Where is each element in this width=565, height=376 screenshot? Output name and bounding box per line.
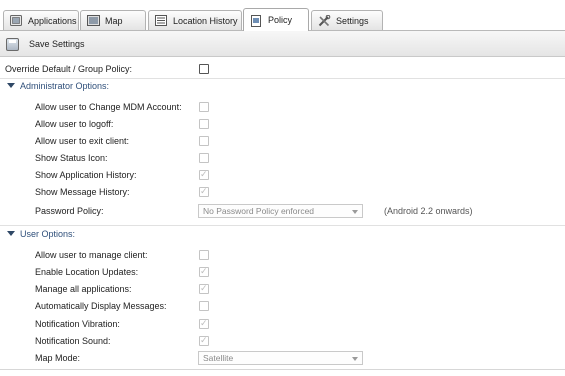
user-option-row: Allow user to manage client: (0, 247, 565, 263)
admin-option-checkbox[interactable] (199, 153, 209, 163)
map-icon (87, 15, 100, 26)
override-policy-row: Override Default / Group Policy: (0, 61, 565, 77)
password-policy-select[interactable]: No Password Policy enforced (198, 204, 363, 218)
user-option-row: Automatically Display Messages: (0, 298, 565, 314)
admin-option-label: Allow user to logoff: (35, 119, 114, 129)
user-option-row: Notification Sound: ✓ (0, 333, 565, 349)
password-policy-note: (Android 2.2 onwards) (384, 206, 473, 216)
admin-option-row: Show Status Icon: (0, 150, 565, 166)
user-option-checkbox[interactable] (199, 250, 209, 260)
user-options-title: User Options: (20, 229, 76, 239)
password-policy-label: Password Policy: (35, 206, 104, 216)
admin-option-checkbox[interactable] (199, 102, 209, 112)
user-options-header[interactable]: User Options: (0, 227, 565, 241)
admin-options-title: Administrator Options: (20, 81, 110, 91)
user-option-label: Manage all applications: (35, 284, 132, 294)
admin-option-checkbox[interactable] (199, 119, 209, 129)
applications-icon (10, 15, 22, 26)
tab-label: Settings (336, 15, 369, 26)
save-settings-label: Save Settings (29, 39, 85, 49)
toolbar: Save Settings (0, 31, 565, 57)
user-option-label: Automatically Display Messages: (35, 301, 167, 311)
user-option-checkbox[interactable]: ✓ (199, 318, 209, 329)
admin-option-checkbox[interactable]: ✓ (199, 169, 209, 180)
tab-policy[interactable]: Policy (243, 8, 309, 31)
dropdown-arrow-icon (352, 210, 358, 214)
user-option-checkbox[interactable]: ✓ (199, 335, 209, 346)
user-option-row: Enable Location Updates: ✓ (0, 264, 565, 280)
admin-option-label: Show Status Icon: (35, 153, 108, 163)
divider (0, 369, 565, 370)
map-mode-label: Map Mode: (35, 353, 81, 363)
divider (0, 225, 565, 226)
save-settings-button[interactable]: Save Settings (6, 36, 85, 52)
checkmark-icon: ✓ (200, 335, 208, 345)
user-option-row: Manage all applications: ✓ (0, 281, 565, 297)
password-policy-value: No Password Policy enforced (203, 206, 315, 216)
dropdown-arrow-icon (352, 357, 358, 361)
user-option-row: Notification Vibration: ✓ (0, 316, 565, 332)
password-policy-row: Password Policy: No Password Policy enfo… (0, 203, 565, 219)
override-policy-checkbox[interactable] (199, 64, 209, 74)
checkmark-icon: ✓ (200, 169, 208, 179)
user-option-label: Notification Sound: (35, 336, 111, 346)
checkmark-icon: ✓ (200, 318, 208, 328)
admin-option-row: Show Message History: ✓ (0, 184, 565, 200)
tab-applications[interactable]: Applications (3, 10, 79, 30)
user-option-label: Enable Location Updates: (35, 267, 139, 277)
tab-settings[interactable]: Settings (311, 10, 383, 30)
user-option-checkbox[interactable] (199, 301, 209, 311)
admin-option-checkbox[interactable]: ✓ (199, 186, 209, 197)
map-mode-select[interactable]: Satellite (198, 351, 363, 365)
tab-bar: Applications Map Location History Policy… (0, 0, 565, 31)
tab-map[interactable]: Map (80, 10, 146, 30)
admin-option-row: Allow user to Change MDM Account: (0, 99, 565, 115)
tab-label: Map (105, 15, 123, 26)
checkmark-icon: ✓ (200, 266, 208, 276)
override-policy-label: Override Default / Group Policy: (5, 64, 133, 74)
admin-option-row: Allow user to exit client: (0, 133, 565, 149)
tab-label: Policy (268, 15, 293, 25)
settings-tools-icon (318, 14, 331, 27)
map-mode-value: Satellite (203, 353, 234, 363)
policy-icon (250, 14, 262, 27)
checkmark-icon: ✓ (200, 283, 208, 293)
checkmark-icon: ✓ (200, 186, 208, 196)
user-option-label: Allow user to manage client: (35, 250, 148, 260)
admin-option-row: Show Application History: ✓ (0, 167, 565, 183)
admin-option-label: Show Application History: (35, 170, 137, 180)
user-option-label: Notification Vibration: (35, 319, 120, 329)
admin-option-checkbox[interactable] (199, 136, 209, 146)
admin-option-label: Allow user to exit client: (35, 136, 130, 146)
user-option-checkbox[interactable]: ✓ (199, 266, 209, 277)
admin-option-label: Show Message History: (35, 187, 130, 197)
save-icon (6, 37, 19, 51)
admin-option-row: Allow user to logoff: (0, 116, 565, 132)
admin-option-label: Allow user to Change MDM Account: (35, 102, 182, 112)
collapse-triangle-icon (7, 231, 15, 236)
location-history-icon (155, 15, 167, 26)
tab-location-history[interactable]: Location History (148, 10, 242, 30)
tab-label: Applications (28, 15, 77, 26)
map-mode-row: Map Mode: Satellite (0, 350, 565, 366)
tab-label: Location History (173, 15, 238, 26)
user-option-checkbox[interactable]: ✓ (199, 283, 209, 294)
admin-options-header[interactable]: Administrator Options: (0, 79, 565, 93)
collapse-triangle-icon (7, 83, 15, 88)
